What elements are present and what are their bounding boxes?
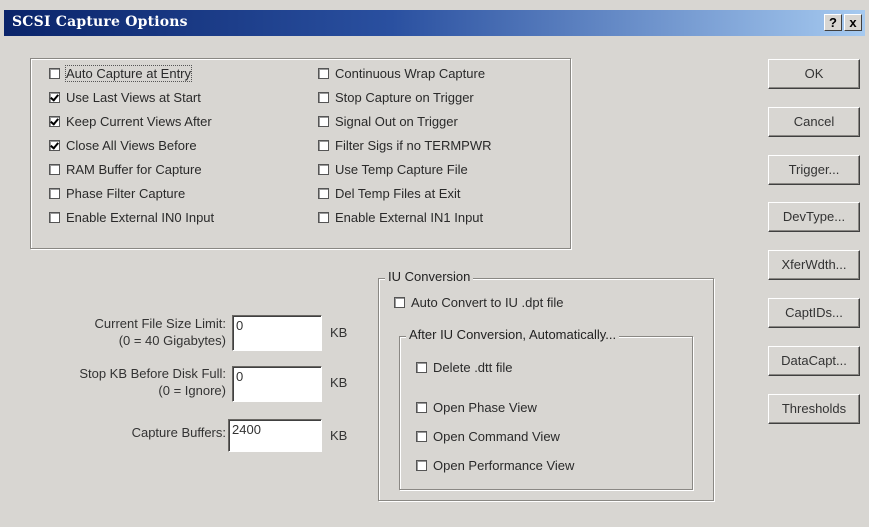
- file-size-limit-hint: (0 = 40 Gigabytes): [118, 333, 226, 348]
- checkbox-box[interactable]: [49, 188, 60, 199]
- checkbox-label: Open Command View: [433, 429, 560, 444]
- scsi-capture-options-dialog: SCSI Capture Options ? x Auto Capture at…: [0, 0, 869, 527]
- checkbox-box[interactable]: [49, 140, 60, 151]
- ram-buffer-for-capture-checkbox[interactable]: RAM Buffer for Capture: [49, 162, 202, 177]
- iu-conversion-title: IU Conversion: [385, 269, 474, 284]
- close-button[interactable]: x: [844, 14, 862, 31]
- auto-convert-iu-checkbox[interactable]: Auto Convert to IU .dpt file: [394, 295, 563, 310]
- capture-buffers-input[interactable]: 2400: [228, 419, 322, 452]
- checkbox-box[interactable]: [416, 362, 427, 373]
- checkbox-label: Delete .dtt file: [433, 360, 513, 375]
- capture-buffers-unit: KB: [330, 428, 348, 443]
- checkbox-box[interactable]: [49, 164, 60, 175]
- dialog-title: SCSI Capture Options: [12, 14, 188, 30]
- enable-external-in1-checkbox[interactable]: Enable External IN1 Input: [318, 210, 483, 225]
- filter-sigs-if-no-termpwr-checkbox[interactable]: Filter Sigs if no TERMPWR: [318, 138, 492, 153]
- checkbox-label: Keep Current Views After: [66, 114, 212, 129]
- checkbox-box[interactable]: [318, 68, 329, 79]
- use-last-views-at-start-checkbox[interactable]: Use Last Views at Start: [49, 90, 201, 105]
- signal-out-on-trigger-checkbox[interactable]: Signal Out on Trigger: [318, 114, 458, 129]
- stop-kb-input[interactable]: 0: [232, 366, 322, 402]
- checkbox-box[interactable]: [318, 188, 329, 199]
- help-button[interactable]: ?: [824, 14, 842, 31]
- open-performance-view-checkbox[interactable]: Open Performance View: [416, 458, 574, 473]
- captids-button[interactable]: CaptIDs...: [768, 298, 860, 328]
- capture-buffers-label: Capture Buffers:: [131, 425, 226, 440]
- checkbox-label: Enable External IN1 Input: [335, 210, 484, 225]
- file-size-unit: KB: [330, 325, 348, 340]
- after-iu-conversion-title: After IU Conversion, Automatically...: [406, 327, 620, 342]
- devtype-button[interactable]: DevType...: [768, 202, 860, 232]
- checkbox-label: Signal Out on Trigger: [335, 114, 458, 129]
- auto-capture-at-entry-checkbox[interactable]: Auto Capture at Entry: [49, 65, 193, 82]
- checkbox-label: Continuous Wrap Capture: [335, 66, 486, 81]
- open-command-view-checkbox[interactable]: Open Command View: [416, 429, 560, 444]
- checkbox-label: Enable External IN0 Input: [66, 210, 215, 225]
- title-bar[interactable]: SCSI Capture Options ? x: [4, 10, 865, 36]
- keep-current-views-after-checkbox[interactable]: Keep Current Views After: [49, 114, 212, 129]
- checkbox-label: Stop Capture on Trigger: [335, 90, 474, 105]
- checkbox-box[interactable]: [416, 431, 427, 442]
- del-temp-files-at-exit-checkbox[interactable]: Del Temp Files at Exit: [318, 186, 460, 201]
- checkbox-label: Del Temp Files at Exit: [335, 186, 461, 201]
- file-size-limit-label: Current File Size Limit:: [94, 316, 226, 331]
- stop-capture-on-trigger-checkbox[interactable]: Stop Capture on Trigger: [318, 90, 474, 105]
- checkbox-box[interactable]: [49, 92, 60, 103]
- checkbox-label: Auto Capture at Entry: [64, 65, 193, 82]
- checkbox-label: Open Performance View: [433, 458, 575, 473]
- trigger-button[interactable]: Trigger...: [768, 155, 860, 185]
- thresholds-button[interactable]: Thresholds: [768, 394, 860, 424]
- checkbox-label: Use Temp Capture File: [335, 162, 468, 177]
- checkbox-box[interactable]: [49, 68, 60, 79]
- use-temp-capture-file-checkbox[interactable]: Use Temp Capture File: [318, 162, 468, 177]
- xferwidth-button[interactable]: XferWdth...: [768, 250, 860, 280]
- checkbox-box[interactable]: [318, 92, 329, 103]
- checkbox-box[interactable]: [318, 164, 329, 175]
- checkbox-label: RAM Buffer for Capture: [66, 162, 202, 177]
- datacapt-button[interactable]: DataCapt...: [768, 346, 860, 376]
- checkbox-box[interactable]: [318, 116, 329, 127]
- close-all-views-before-checkbox[interactable]: Close All Views Before: [49, 138, 197, 153]
- checkbox-box[interactable]: [416, 460, 427, 471]
- checkbox-label: Use Last Views at Start: [66, 90, 201, 105]
- checkbox-label: Phase Filter Capture: [66, 186, 186, 201]
- checkbox-label: Close All Views Before: [66, 138, 197, 153]
- checkbox-label: Open Phase View: [433, 400, 537, 415]
- checkbox-box[interactable]: [394, 297, 405, 308]
- checkbox-box[interactable]: [318, 140, 329, 151]
- ok-button[interactable]: OK: [768, 59, 860, 89]
- stop-kb-label: Stop KB Before Disk Full:: [79, 366, 226, 381]
- stop-kb-unit: KB: [330, 375, 348, 390]
- phase-filter-capture-checkbox[interactable]: Phase Filter Capture: [49, 186, 185, 201]
- checkbox-box[interactable]: [416, 402, 427, 413]
- open-phase-view-checkbox[interactable]: Open Phase View: [416, 400, 537, 415]
- checkbox-box[interactable]: [49, 212, 60, 223]
- cancel-button[interactable]: Cancel: [768, 107, 860, 137]
- delete-dtt-file-checkbox[interactable]: Delete .dtt file: [416, 360, 513, 375]
- file-size-limit-input[interactable]: 0: [232, 315, 322, 351]
- checkbox-box[interactable]: [318, 212, 329, 223]
- checkbox-label: Auto Convert to IU .dpt file: [411, 295, 564, 310]
- stop-kb-hint: (0 = Ignore): [158, 383, 226, 398]
- checkbox-box[interactable]: [49, 116, 60, 127]
- enable-external-in0-checkbox[interactable]: Enable External IN0 Input: [49, 210, 214, 225]
- continuous-wrap-capture-checkbox[interactable]: Continuous Wrap Capture: [318, 66, 485, 81]
- checkbox-label: Filter Sigs if no TERMPWR: [335, 138, 492, 153]
